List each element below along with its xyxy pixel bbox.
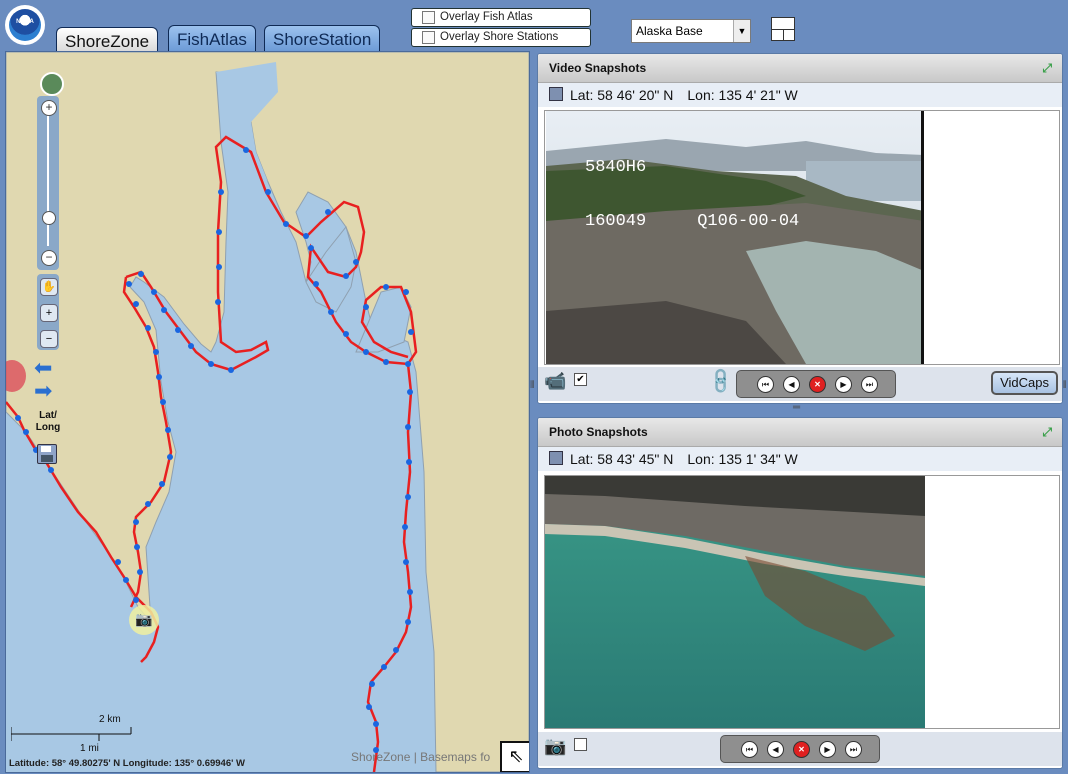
magnify-plus-icon[interactable]: + bbox=[40, 304, 58, 322]
globe-icon[interactable] bbox=[40, 72, 64, 96]
camera-location-marker[interactable]: 📷 bbox=[129, 605, 159, 635]
chevron-down-icon[interactable]: ▼ bbox=[733, 20, 750, 42]
video-lon: Lon: 135 4' 21" W bbox=[687, 87, 798, 103]
hand-icon[interactable]: ✋ bbox=[40, 278, 58, 296]
video-lat: Lat: 58 46' 20" N bbox=[570, 87, 674, 103]
maximize-icon[interactable]: ⤢ bbox=[1042, 418, 1052, 446]
floppy-disk-icon[interactable] bbox=[549, 451, 563, 465]
video-overlay-text: 5840H6 160049 Q106-00-04 bbox=[585, 123, 799, 267]
zoom-in-button[interactable]: + bbox=[41, 100, 57, 116]
video-frame: 5840H6 160049 Q106-00-04 bbox=[544, 110, 1060, 365]
camera-icon[interactable]: 📷 bbox=[544, 736, 566, 757]
layout-toggle-button[interactable] bbox=[771, 17, 795, 41]
step-back-icon[interactable]: ◀ bbox=[767, 741, 784, 758]
video-overlay-line2: 160049 Q106-00-04 bbox=[585, 212, 800, 231]
stop-icon[interactable]: ✕ bbox=[793, 741, 810, 758]
vertical-splitter-left[interactable]: ⦀ bbox=[530, 380, 534, 391]
zoom-slider-handle[interactable] bbox=[42, 211, 56, 225]
map-toolbox: ✋ + − bbox=[37, 274, 59, 350]
tab-shorestation[interactable]: ShoreStation bbox=[264, 25, 381, 52]
latlong-toggle[interactable]: Lat/ Long bbox=[34, 410, 62, 434]
map-attribution: ShoreZone | Basemaps fo bbox=[351, 750, 491, 764]
photo-snapshot-image[interactable] bbox=[545, 476, 925, 728]
fast-forward-icon[interactable]: ⏭ bbox=[861, 376, 878, 393]
camera-icon[interactable]: 📹 bbox=[544, 371, 566, 392]
photo-checkbox[interactable] bbox=[574, 738, 587, 751]
scale-bar bbox=[11, 727, 132, 741]
photo-frame bbox=[544, 475, 1060, 729]
magnify-minus-icon[interactable]: − bbox=[40, 330, 58, 348]
map-view[interactable]: + − ✋ + − ⬅ ➡ Lat/ Long 📷 2 km 1 mi Lati… bbox=[5, 51, 530, 773]
overlay-fish-atlas-checkbox[interactable] bbox=[422, 11, 435, 24]
scale-km-label: 2 km bbox=[99, 714, 121, 725]
overlay-shore-stations-toggle[interactable]: Overlay Shore Stations bbox=[411, 28, 591, 47]
video-panel-title: Video Snapshots bbox=[549, 61, 647, 75]
overlay-fish-atlas-label: Overlay Fish Atlas bbox=[440, 11, 533, 23]
zoom-rail bbox=[47, 116, 49, 246]
arrow-up-left-icon[interactable]: ⇖ bbox=[500, 741, 529, 772]
rewind-icon[interactable]: ⏮ bbox=[741, 741, 758, 758]
camera-icon: 📷 bbox=[135, 611, 153, 627]
fast-forward-icon[interactable]: ⏭ bbox=[845, 741, 862, 758]
photo-panel-title: Photo Snapshots bbox=[549, 425, 648, 439]
step-forward-icon[interactable]: ▶ bbox=[835, 376, 852, 393]
logo-text: NOAA bbox=[16, 19, 34, 25]
vidcaps-button[interactable]: VidCaps bbox=[991, 371, 1058, 395]
map-basemap bbox=[6, 52, 529, 772]
scale-mi-label: 1 mi bbox=[80, 743, 99, 754]
basemap-select[interactable]: Alaska Base ▼ bbox=[631, 19, 751, 43]
cursor-coordinates: Latitude: 58° 49.80275' N Longitude: 135… bbox=[9, 758, 245, 769]
tab-shorezone[interactable]: ShoreZone bbox=[56, 27, 159, 52]
rewind-icon[interactable]: ⏮ bbox=[757, 376, 774, 393]
photo-controls-bar: 📷 ⏮ ◀ ✕ ▶ ⏭ bbox=[538, 732, 1062, 766]
step-back-icon[interactable]: ◀ bbox=[783, 376, 800, 393]
photo-snapshots-panel: Photo Snapshots ⤢ Lat: 58 43' 45" N Lon: … bbox=[537, 417, 1063, 769]
video-overlay-line1: 5840H6 bbox=[585, 158, 647, 177]
arrow-right-icon[interactable]: ➡ bbox=[34, 380, 52, 402]
video-coordinates: Lat: 58 46' 20" N Lon: 135 4' 21" W bbox=[538, 83, 1062, 107]
basemap-select-value: Alaska Base bbox=[636, 24, 703, 38]
tab-fishatlas[interactable]: FishAtlas bbox=[168, 25, 256, 52]
video-controls-bar: 📹 ✔ 🔗 ⏮ ◀ ✕ ▶ ⏭ VidCaps bbox=[538, 366, 1062, 401]
floppy-disk-icon[interactable] bbox=[37, 444, 57, 464]
noaa-logo: NOAA bbox=[5, 5, 45, 45]
overlay-fish-atlas-toggle[interactable]: Overlay Fish Atlas bbox=[411, 8, 591, 27]
photo-playback-controls: ⏮ ◀ ✕ ▶ ⏭ bbox=[720, 735, 880, 763]
video-snapshots-panel: Video Snapshots ⤢ Lat: 58 46' 20" N Lon: … bbox=[537, 53, 1063, 404]
video-playback-controls: ⏮ ◀ ✕ ▶ ⏭ bbox=[736, 370, 896, 398]
overlay-shore-stations-checkbox[interactable] bbox=[422, 31, 435, 44]
video-panel-header: Video Snapshots ⤢ bbox=[538, 54, 1062, 83]
zoom-out-button[interactable]: − bbox=[41, 250, 57, 266]
photo-lat: Lat: 58 43' 45" N bbox=[570, 451, 674, 467]
video-checkbox[interactable]: ✔ bbox=[574, 373, 587, 386]
photo-lon: Lon: 135 1' 34" W bbox=[687, 451, 798, 467]
stop-icon[interactable]: ✕ bbox=[809, 376, 826, 393]
overlay-shore-stations-label: Overlay Shore Stations bbox=[440, 31, 559, 43]
link-icon[interactable]: 🔗 bbox=[706, 366, 737, 397]
step-forward-icon[interactable]: ▶ bbox=[819, 741, 836, 758]
floppy-disk-icon[interactable] bbox=[549, 87, 563, 101]
maximize-icon[interactable]: ⤢ bbox=[1042, 54, 1052, 82]
photo-coordinates: Lat: 58 43' 45" N Lon: 135 1' 34" W bbox=[538, 447, 1062, 471]
zoom-slider[interactable]: + − bbox=[37, 96, 59, 270]
photo-panel-header: Photo Snapshots ⤢ bbox=[538, 418, 1062, 447]
arrow-left-icon[interactable]: ⬅ bbox=[34, 357, 52, 379]
